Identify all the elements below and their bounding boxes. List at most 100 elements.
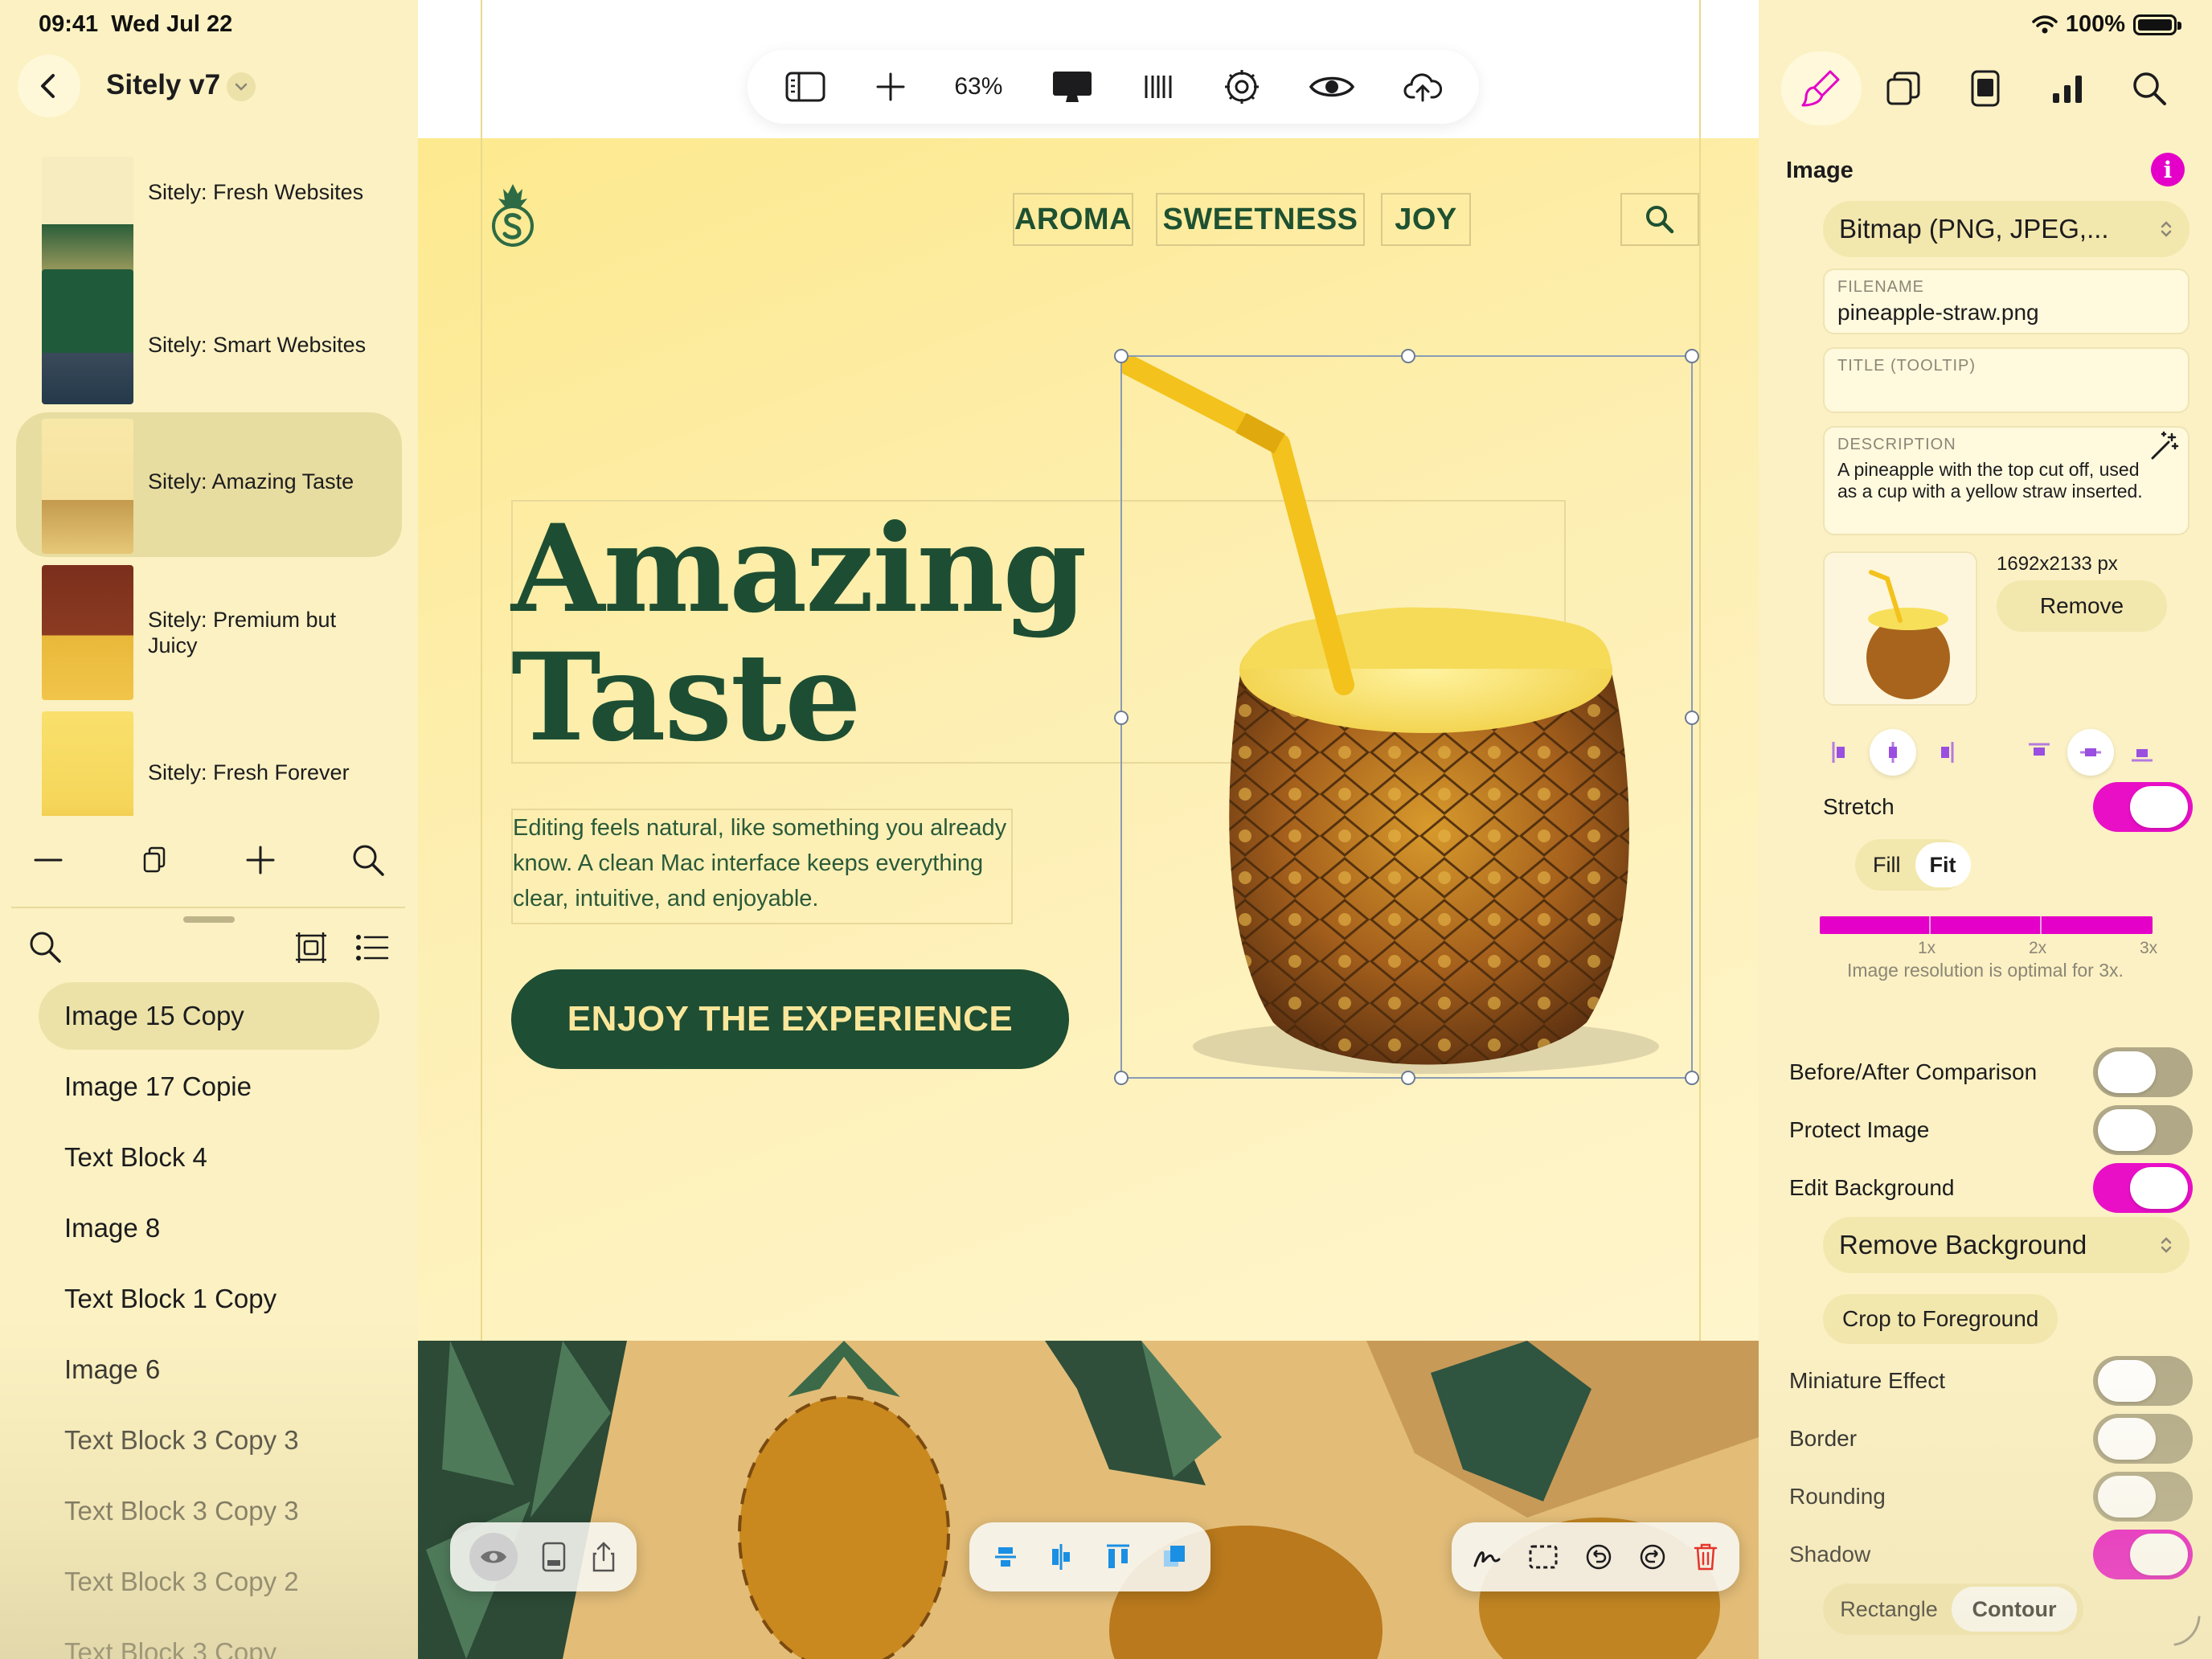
align-left-button[interactable] [1818,729,1865,776]
background-mode-select[interactable]: Remove Background [1823,1217,2189,1273]
desktop-preview-icon[interactable] [1051,69,1094,104]
pineapples-photo[interactable] [418,1341,1759,1659]
miniature-effect-toggle[interactable] [2093,1356,2193,1406]
site-logo[interactable] [490,181,535,247]
resize-handle[interactable] [1114,1071,1129,1085]
nav-link-joy[interactable]: JOY [1381,193,1471,246]
arrange-icon[interactable] [1161,1541,1188,1573]
preview-eye-icon[interactable] [1309,71,1355,103]
tab-analytics[interactable] [2027,51,2108,125]
plus-icon[interactable] [875,71,907,103]
before-after-toggle[interactable] [2093,1047,2193,1097]
align-top-button[interactable] [2016,729,2062,776]
edit-background-toggle[interactable] [2093,1163,2193,1213]
back-button[interactable] [18,55,80,117]
resize-handle[interactable] [1685,711,1699,725]
image-format-select[interactable]: Bitmap (PNG, JPEG,... [1823,201,2189,257]
crop-to-foreground-button[interactable]: Crop to Foreground [1823,1294,2058,1344]
nav-link-aroma[interactable]: AROMA [1013,193,1133,246]
page-item-amazing-taste[interactable]: Sitely: Amazing Taste [16,412,402,557]
info-icon[interactable]: i [2151,153,2185,186]
image-format-value: Bitmap (PNG, JPEG,... [1839,214,2109,244]
shadow-rectangle-option[interactable]: Rectangle [1826,1587,1952,1632]
distribute-icon[interactable] [1104,1541,1133,1573]
shadow-contour-option[interactable]: Contour [1952,1587,2077,1632]
search-icon[interactable] [350,842,386,878]
align-center-button[interactable] [1870,729,1916,776]
tab-style[interactable] [1781,51,1862,125]
layer-item[interactable]: Text Block 3 Copy 3 [39,1477,379,1545]
page-item-premium-juicy[interactable]: Sitely: Premium but Juicy [16,565,402,710]
search-icon[interactable] [27,929,63,965]
layer-item[interactable]: Text Block 4 [39,1124,379,1191]
layer-item[interactable]: Image 6 [39,1336,379,1403]
trash-icon[interactable] [1692,1542,1719,1572]
rounding-toggle[interactable] [2093,1472,2193,1522]
copy-layers-icon [1886,72,1920,105]
resize-grabber[interactable] [183,916,235,923]
cloud-upload-icon[interactable] [1403,70,1443,104]
fit-option[interactable]: Fit [1915,842,1971,887]
remove-image-button[interactable]: Remove [1997,580,2167,632]
tablet-icon[interactable] [540,1541,567,1573]
layer-item[interactable]: Image 15 Copy [39,982,379,1050]
layer-item[interactable]: Image 8 [39,1194,379,1262]
align-vertical-center-icon[interactable] [992,1541,1019,1573]
settings-icon[interactable] [1223,68,1261,106]
canvas[interactable]: 63% AROMA SWEETNESS JOY Amazing Taste Ed… [418,0,1759,1659]
cta-button[interactable]: ENJOY THE EXPERIENCE [511,969,1069,1069]
plus-icon[interactable] [244,844,276,876]
resolution-bar [1820,916,2153,934]
align-right-button[interactable] [1921,729,1968,776]
magic-wand-icon[interactable] [2148,431,2180,463]
layer-item[interactable]: Text Block 1 Copy [39,1265,379,1333]
description-field[interactable]: DESCRIPTION A pineapple with the top cut… [1823,426,2189,535]
draw-icon[interactable] [1472,1543,1502,1571]
image-preview[interactable] [1823,551,1977,706]
tab-page[interactable] [1945,51,2026,125]
stretch-toggle[interactable] [2093,782,2193,832]
tab-layers[interactable] [1863,51,1944,125]
filename-field[interactable]: FILENAME pineapple-straw.png [1823,268,2189,334]
marquee-select-icon[interactable] [1527,1543,1559,1571]
layer-item[interactable]: Text Block 3 Copy 2 [39,1548,379,1616]
page-item-smart-websites[interactable]: Sitely: Smart Websites [16,269,402,414]
fill-option[interactable]: Fill [1858,842,1915,887]
nav-link-sweetness[interactable]: SWEETNESS [1156,193,1365,246]
minus-icon[interactable] [32,844,64,876]
resize-handle[interactable] [1685,349,1699,363]
sidebar-toggle-icon[interactable] [784,71,826,103]
duplicate-icon[interactable] [138,844,170,876]
artboard-icon[interactable] [293,929,330,966]
align-horizontal-center-icon[interactable] [1047,1541,1075,1573]
document-menu-button[interactable] [227,72,256,101]
shadow-toggle[interactable] [2093,1530,2193,1579]
share-icon[interactable] [590,1541,617,1573]
visibility-button[interactable] [469,1533,518,1581]
resize-handle[interactable] [1114,349,1129,363]
title-tooltip-field[interactable]: TITLE (TOOLTIP) [1823,347,2189,413]
resize-handle[interactable] [1401,1071,1415,1085]
zoom-level[interactable]: 63% [954,73,1002,100]
list-icon[interactable] [354,931,391,965]
layer-item[interactable]: Text Block 3 Copy [39,1619,379,1659]
site-search-button[interactable] [1620,193,1699,246]
undo-icon[interactable] [1584,1542,1613,1571]
tab-search[interactable] [2109,51,2189,125]
hero-title[interactable]: Amazing Taste [511,505,1087,762]
hero-body-text[interactable]: Editing feels natural, like something yo… [513,810,1027,916]
align-bottom-button[interactable] [2119,729,2165,776]
resize-handle[interactable] [1685,1071,1699,1085]
columns-icon[interactable] [1142,72,1174,101]
layer-item[interactable]: Image 17 Copie [39,1053,379,1120]
resize-corner-icon[interactable] [2170,1612,2202,1648]
document-title[interactable]: Sitely v7 [106,69,220,101]
resize-handle[interactable] [1401,349,1415,363]
align-middle-button[interactable] [2067,729,2114,776]
redo-icon[interactable] [1638,1542,1667,1571]
border-toggle[interactable] [2093,1414,2193,1464]
resize-handle[interactable] [1114,711,1129,725]
layer-item[interactable]: Text Block 3 Copy 3 [39,1407,379,1474]
protect-image-toggle[interactable] [2093,1105,2193,1155]
page-item-fresh-forever[interactable]: Sitely: Fresh Forever [16,711,402,816]
